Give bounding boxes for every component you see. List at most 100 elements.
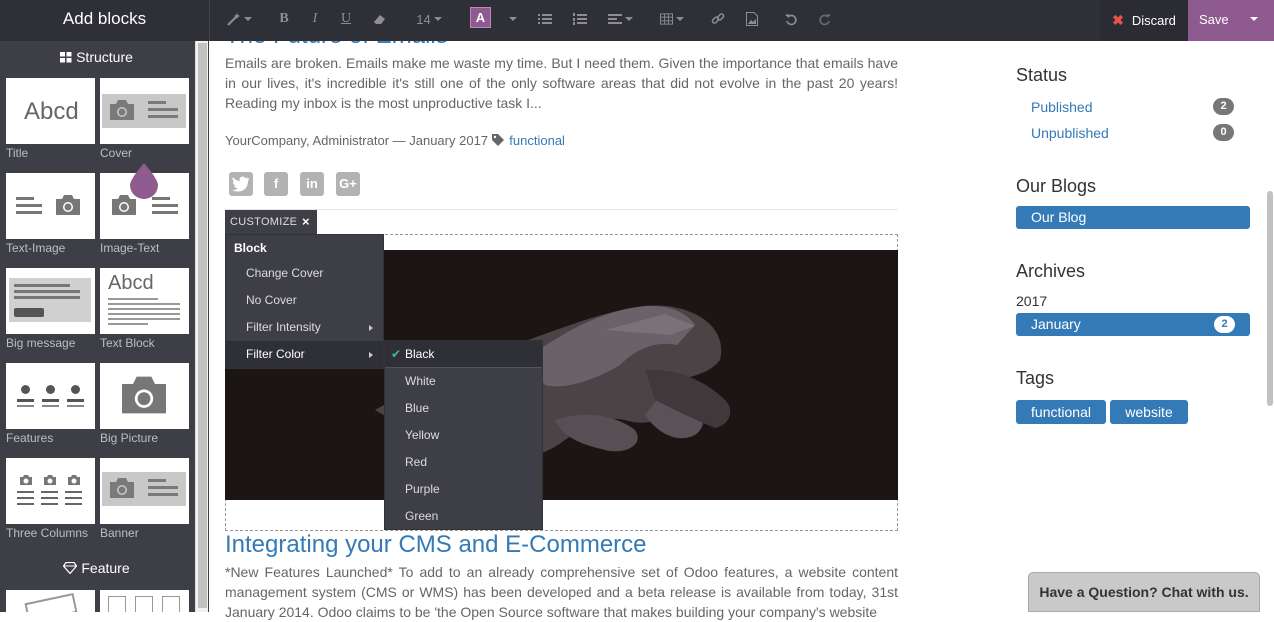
twitter-icon[interactable] [229,172,253,196]
color-option-green[interactable]: Green [385,503,542,530]
menu-item-label: Filter Color [246,347,305,361]
save-button[interactable]: Save [1188,0,1274,41]
linkedin-icon[interactable]: in [300,172,324,196]
underline-icon[interactable]: U [338,8,354,30]
post-title[interactable]: Integrating your CMS and E-Commerce [225,531,647,559]
text-line [42,405,59,407]
table-dropdown-icon[interactable] [660,8,684,30]
facebook-icon[interactable]: f [264,172,288,196]
font-size-value: 14 [416,11,431,27]
menu-item-filter-intensity[interactable]: Filter Intensity [226,314,383,341]
published-link[interactable]: Published [1031,99,1093,115]
text-line [65,497,82,499]
camera-icon [56,195,80,215]
text-line [41,497,58,499]
live-chat-button[interactable]: Have a Question? Chat with us. [1028,572,1260,612]
button-shape [14,308,44,317]
align-dropdown-icon[interactable] [607,8,633,30]
drag-drop-marker [130,163,158,199]
page-scrollbar[interactable] [1266,41,1274,612]
bold-icon[interactable]: B [277,8,291,30]
text-color-button[interactable]: A [470,7,491,28]
add-blocks-title: Add blocks [62,9,147,28]
snippet-text-block[interactable]: Abcd [100,268,189,334]
editor-toolbar: Add blocks B I U 14 A ✖ Discard Save [0,0,1274,41]
numbered-list-icon[interactable] [572,8,588,30]
text-line [16,197,34,200]
tag-functional[interactable]: functional [1016,400,1106,424]
text-line [108,318,180,320]
snippet-features[interactable] [6,363,95,429]
text-line [14,296,80,299]
bullet-list-icon[interactable] [537,8,553,30]
snippet-big-picture[interactable] [100,363,189,429]
filter-color-submenu: ✔ Black White Blue Yellow Red Purple Gre… [384,340,543,530]
eraser-icon[interactable] [372,8,388,30]
image-icon[interactable] [744,8,760,30]
snippet-feature-1[interactable] [6,590,95,612]
snippet-label: Banner [100,526,139,540]
chevron-down-icon[interactable] [1250,17,1258,21]
text-line [16,204,42,207]
archives-heading: Archives [1016,261,1086,281]
color-option-red[interactable]: Red [385,449,542,476]
customize-menu: Block Change Cover No Cover Filter Inten… [225,234,384,369]
text-line [16,211,42,214]
link-icon[interactable] [710,8,726,30]
google-plus-icon[interactable]: G+ [336,172,360,196]
undo-icon[interactable] [783,8,799,30]
snippet-feature-2[interactable] [100,590,189,612]
sidebar-scrollbar[interactable] [195,41,208,612]
snippet-banner[interactable] [100,458,189,524]
scrollbar-thumb[interactable] [198,43,207,608]
blog-link[interactable]: Our Blog [1016,206,1250,229]
menu-header: Block [234,241,267,255]
toolbar-divider [209,0,210,41]
snippet-text-image[interactable] [6,173,95,239]
customize-button[interactable]: CUSTOMIZE × [225,210,317,234]
text-line [17,405,34,407]
discard-button[interactable]: ✖ Discard [1100,0,1188,41]
snippet-label: Three Columns [6,526,89,540]
camera-icon [110,478,134,498]
font-size-dropdown[interactable]: 14 [414,8,444,30]
text-line [65,491,82,493]
post-tag-link[interactable]: functional [509,133,565,148]
color-option-yellow[interactable]: Yellow [385,422,542,449]
text-line [41,491,58,493]
text-line [108,313,180,315]
close-icon: ✖ [1112,12,1124,28]
color-option-purple[interactable]: Purple [385,476,542,503]
color-option-white[interactable]: White [385,368,542,395]
save-label: Save [1199,12,1229,27]
menu-item-change-cover[interactable]: Change Cover [226,260,383,287]
snippet-label: Text-Image [6,241,66,255]
snippet-cover[interactable] [100,78,189,144]
color-dropdown-caret[interactable] [505,8,517,30]
tag-website[interactable]: website [1110,400,1188,424]
text-line [65,503,82,505]
text-line [17,491,34,493]
column-shape [162,596,180,612]
column-shape [135,596,153,612]
text-line [67,405,84,407]
color-option-blue[interactable]: Blue [385,395,542,422]
diamond-icon [63,561,78,577]
snippet-label: Title [6,146,29,160]
color-option-black[interactable]: ✔ Black [385,341,542,368]
menu-item-no-cover[interactable]: No Cover [226,287,383,314]
style-wand-icon[interactable] [226,8,252,30]
close-icon[interactable]: × [302,210,310,234]
check-icon: ✔ [391,347,402,361]
archive-month-label: January [1031,316,1081,332]
text-line [42,399,59,402]
menu-item-filter-color[interactable]: Filter Color [226,341,383,368]
italic-icon[interactable]: I [308,8,322,30]
scrollbar-thumb[interactable] [1267,191,1273,406]
redo-icon[interactable] [816,8,832,30]
archive-month-link[interactable]: January 2 [1016,313,1250,336]
snippet-title[interactable]: Abcd [6,78,95,144]
unpublished-link[interactable]: Unpublished [1031,125,1109,141]
snippet-big-message[interactable] [6,268,95,334]
snippet-three-columns[interactable] [6,458,95,524]
